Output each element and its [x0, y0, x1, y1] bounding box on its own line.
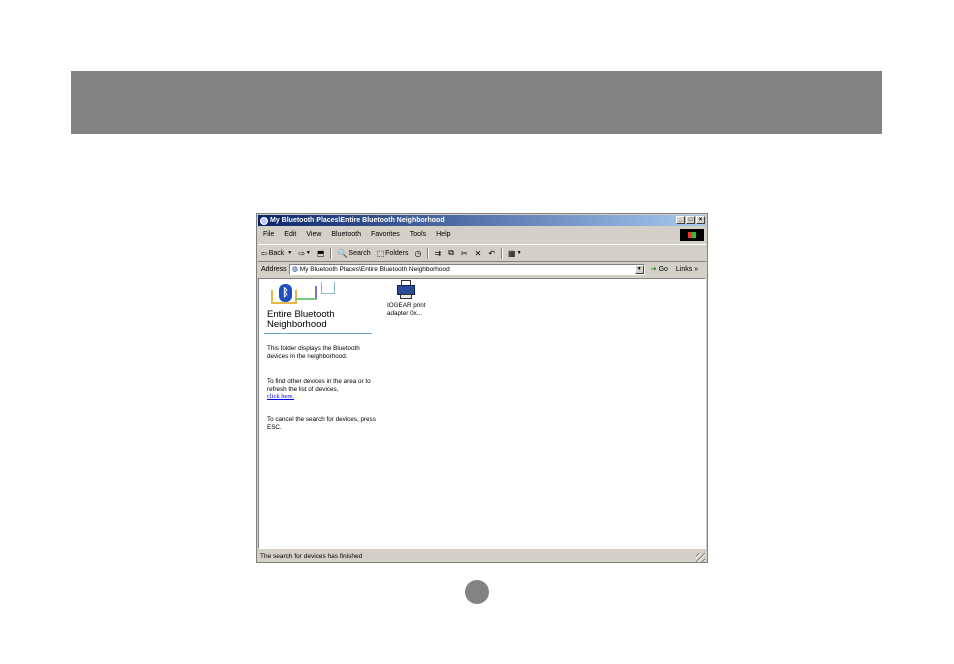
panel-refresh-instructions: To find other devices in the area or to … — [267, 378, 371, 393]
back-dropdown-icon[interactable]: ▼ — [287, 250, 292, 256]
folders-label: Folders — [385, 249, 409, 257]
folders-button[interactable]: ⬚ Folders — [374, 249, 412, 258]
address-value: My Bluetooth Places\Entire Bluetooth Nei… — [299, 265, 450, 273]
maximize-button[interactable]: □ — [686, 216, 695, 224]
address-dropdown-button[interactable]: ▼ — [634, 264, 644, 274]
toolbar-separator — [501, 247, 504, 259]
bluetooth-places-icon: ◍ — [291, 266, 298, 273]
move-to-icon: ⇉ — [434, 248, 442, 258]
bluetooth-icon: ᛒ — [279, 284, 292, 302]
header-banner — [71, 71, 882, 134]
menu-tools[interactable]: Tools — [405, 231, 431, 238]
refresh-devices-link[interactable]: click here. — [267, 393, 294, 400]
printer-icon — [397, 280, 415, 300]
close-button[interactable]: × — [696, 216, 705, 224]
status-bar: The search for devices has finished — [258, 551, 706, 562]
search-button[interactable]: 🔍 Search — [334, 249, 373, 258]
folder-view: ᛒ Entire Bluetooth Neighborhood This fol… — [258, 278, 706, 549]
decorative-frame — [295, 286, 317, 300]
menu-favorites[interactable]: Favorites — [366, 231, 405, 238]
device-item[interactable]: IOGEAR print adapter 0x... — [387, 280, 439, 317]
delete-icon: ✕ — [474, 248, 482, 258]
undo-icon: ↶ — [488, 248, 496, 258]
cut-icon: ✂ — [460, 248, 468, 258]
go-button[interactable]: ➜ Go — [650, 265, 668, 274]
move-to-button[interactable]: ⇉ — [431, 249, 445, 258]
undo-button[interactable]: ↶ — [485, 249, 499, 258]
menu-file[interactable]: File — [258, 231, 279, 238]
history-button[interactable]: ◷ — [412, 249, 426, 258]
views-button[interactable]: ▦ ▼ — [505, 249, 525, 258]
toolbar-separator — [427, 247, 430, 259]
cut-button[interactable]: ✂ — [458, 249, 472, 258]
panel-divider — [264, 333, 372, 334]
forward-button[interactable]: ⇨ ▼ — [295, 249, 314, 258]
delete-button[interactable]: ✕ — [472, 249, 486, 258]
bluetooth-places-icon — [260, 216, 268, 225]
up-folder-button[interactable]: ⬒ — [314, 249, 329, 258]
status-text: The search for devices has finished — [260, 553, 363, 560]
minimize-button[interactable]: _ — [676, 216, 685, 224]
panel-refresh-text: To find other devices in the area or to … — [267, 378, 377, 401]
go-label: Go — [658, 265, 668, 273]
address-label: Address — [261, 265, 287, 273]
links-button[interactable]: Links » — [676, 266, 698, 273]
toolbar: ⇦ Back ▼ ⇨ ▼ ⬒ 🔍 Search ⬚ Folders ◷ ⇉ ⧉ … — [258, 244, 706, 262]
explorer-window: My Bluetooth Places\Entire Bluetooth Nei… — [256, 213, 708, 563]
windows-logo — [680, 229, 704, 241]
menu-view[interactable]: View — [301, 231, 326, 238]
folders-icon: ⬚ — [376, 248, 385, 258]
forward-dropdown-icon[interactable]: ▼ — [306, 250, 311, 256]
menu-bluetooth[interactable]: Bluetooth — [326, 231, 366, 238]
panel-title: Entire Bluetooth Neighborhood — [267, 309, 335, 330]
forward-arrow-icon: ⇨ — [298, 248, 305, 258]
toolbar-separator — [330, 247, 333, 259]
bluetooth-header-graphic: ᛒ — [267, 282, 341, 308]
menu-bar: File Edit View Bluetooth Favorites Tools… — [258, 228, 706, 240]
history-icon: ◷ — [414, 248, 422, 258]
links-label: Links — [675, 265, 693, 273]
title-bar[interactable]: My Bluetooth Places\Entire Bluetooth Nei… — [258, 215, 706, 226]
window-title: My Bluetooth Places\Entire Bluetooth Nei… — [270, 217, 445, 224]
back-button[interactable]: ⇦ Back ▼ — [258, 249, 295, 258]
back-label: Back — [268, 249, 285, 257]
decorative-frame — [321, 282, 335, 294]
address-bar: Address ◍ My Bluetooth Places\Entire Blu… — [258, 262, 706, 276]
menu-edit[interactable]: Edit — [279, 231, 301, 238]
panel-description: This folder displays the Bluetooth devic… — [267, 345, 360, 360]
device-label: IOGEAR print adapter 0x... — [387, 302, 426, 317]
views-dropdown-icon[interactable]: ▼ — [517, 250, 522, 256]
search-label: Search — [348, 249, 371, 257]
resize-grip[interactable] — [696, 553, 705, 562]
copy-to-button[interactable]: ⧉ — [445, 248, 458, 258]
back-arrow-icon: ⇦ — [261, 248, 268, 258]
views-icon: ▦ — [508, 248, 516, 258]
page-number-marker — [465, 580, 489, 604]
go-arrow-icon: ➜ — [650, 266, 657, 273]
menu-help[interactable]: Help — [431, 231, 455, 238]
address-input[interactable]: ◍ My Bluetooth Places\Entire Bluetooth N… — [288, 263, 645, 275]
copy-to-icon: ⧉ — [448, 248, 454, 257]
up-folder-icon: ⬒ — [316, 248, 325, 258]
search-icon: 🔍 — [337, 248, 348, 258]
panel-cancel-text: To cancel the search for devices, press … — [267, 416, 376, 431]
chevron-right-icon: » — [694, 265, 699, 273]
